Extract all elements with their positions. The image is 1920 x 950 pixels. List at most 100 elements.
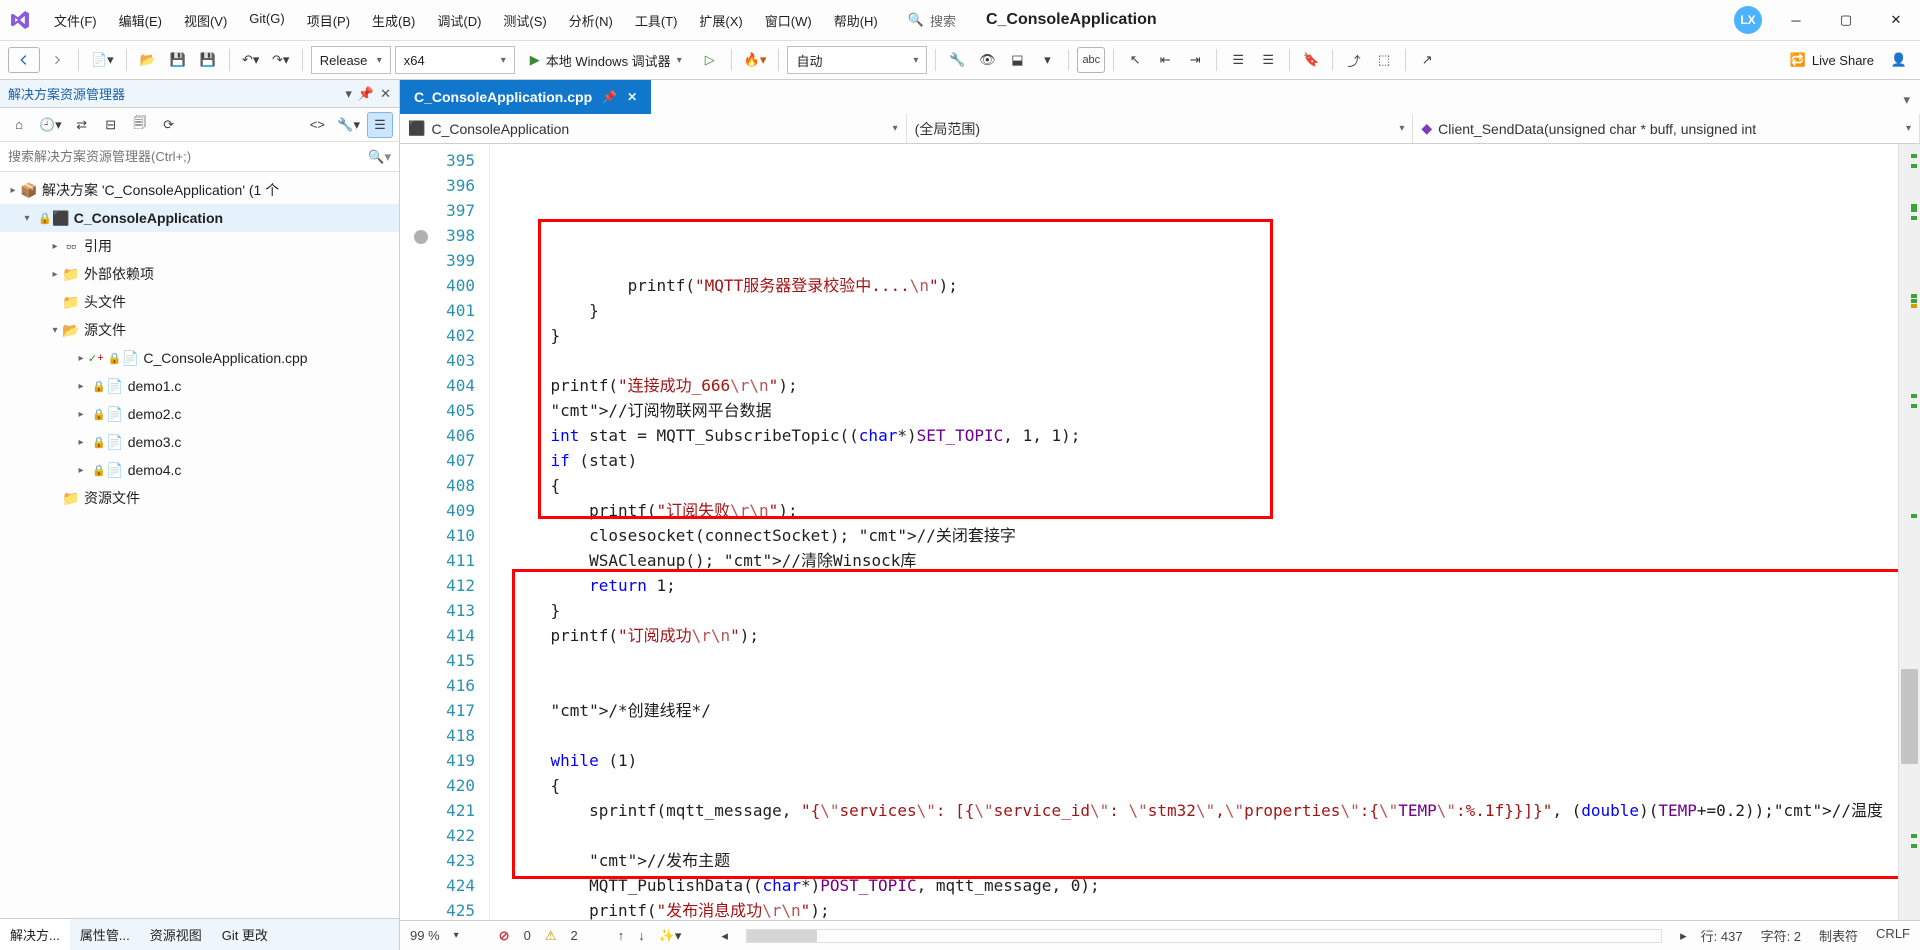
search-box[interactable]: 🔍 搜索	[908, 11, 956, 30]
hot-reload-button[interactable]: 🔥▾	[740, 47, 771, 73]
tree-headers[interactable]: 📁头文件	[0, 288, 399, 316]
abc-button[interactable]: abc	[1077, 47, 1105, 73]
hscroll-left[interactable]: ◂	[721, 928, 728, 944]
code-lines[interactable]: printf("MQTT服务器登录校验中....\n"); } } printf…	[508, 144, 1898, 920]
panel-close-icon[interactable]: ✕	[380, 86, 391, 102]
breakpoint-marker[interactable]	[414, 230, 428, 244]
tab-solution-explorer[interactable]: 解决方...	[0, 919, 70, 950]
close-tab-icon[interactable]: ✕	[627, 90, 637, 104]
misc-a-button[interactable]: ⤴	[1341, 47, 1367, 73]
comment-button[interactable]: ☰	[1225, 47, 1251, 73]
tree-file-1[interactable]: ▸🔒📄demo1.c	[0, 372, 399, 400]
config-combo[interactable]: Release▾	[311, 46, 391, 74]
maximize-button[interactable]: ▢	[1830, 4, 1862, 36]
indent-mode[interactable]: 制表符	[1819, 926, 1858, 945]
save-button[interactable]: 💾	[165, 47, 191, 73]
hscroll-right[interactable]: ▸	[1680, 928, 1687, 944]
tree-sources[interactable]: ▾📂源文件	[0, 316, 399, 344]
tree-solution-root[interactable]: ▸📦解决方案 'C_ConsoleApplication' (1 个	[0, 176, 399, 204]
uncomment-button[interactable]: ☰	[1255, 47, 1281, 73]
menu-file[interactable]: 文件(F)	[44, 5, 107, 36]
new-item-button[interactable]: 📄▾	[87, 47, 118, 73]
indent-in-button[interactable]: ⇥	[1182, 47, 1208, 73]
warning-count-icon[interactable]: ⚠	[545, 928, 557, 944]
scope-project[interactable]: ⬛C_ConsoleApplication▾	[400, 114, 907, 143]
tab-git-changes[interactable]: Git 更改	[212, 919, 278, 950]
menu-edit[interactable]: 编辑(E)	[109, 5, 172, 36]
fold-column[interactable]	[490, 144, 508, 920]
bookmark-button[interactable]: 🔖	[1298, 47, 1324, 73]
minimize-button[interactable]: ─	[1780, 4, 1812, 36]
cursor-button[interactable]: ↖	[1122, 47, 1148, 73]
scrollbar[interactable]	[1898, 144, 1920, 920]
scope-function[interactable]: ◆Client_SendData(unsigned char * buff, u…	[1413, 114, 1920, 143]
error-count-icon[interactable]: ⊘	[499, 928, 510, 944]
horizontal-scrollbar[interactable]	[746, 929, 1662, 943]
indent-out-button[interactable]: ⇤	[1152, 47, 1178, 73]
tree-file-2[interactable]: ▸🔒📄demo2.c	[0, 400, 399, 428]
platform-combo[interactable]: x64▾	[395, 46, 515, 74]
start-without-debug-button[interactable]: ▷	[697, 47, 723, 73]
sol-collapse-button[interactable]: ⊟	[98, 112, 124, 138]
tree-file-4[interactable]: ▸🔒📄demo4.c	[0, 456, 399, 484]
tree-project[interactable]: ▾🔒⬛C_ConsoleApplication	[0, 204, 399, 232]
tree-external-deps[interactable]: ▸📁外部依赖项	[0, 260, 399, 288]
sol-showall-button[interactable]: 🗐	[127, 112, 153, 138]
panel-dropdown-icon[interactable]: ▾	[345, 86, 352, 102]
pin-icon[interactable]: 📌	[602, 90, 617, 104]
tab-overflow-button[interactable]: ▾	[1893, 86, 1920, 114]
tool-d[interactable]: ▾	[1034, 47, 1060, 73]
menu-window[interactable]: 窗口(W)	[755, 5, 822, 36]
sol-home-button[interactable]: ⌂	[6, 112, 32, 138]
start-debug-button[interactable]: ▶本地 Windows 调试器▾	[519, 46, 693, 74]
tree-resources[interactable]: 📁资源文件	[0, 484, 399, 512]
admin-button[interactable]: 👤	[1886, 47, 1912, 73]
tree-file-3[interactable]: ▸🔒📄demo3.c	[0, 428, 399, 456]
tree-file-0[interactable]: ▸✓+🔒📄C_ConsoleApplication.cpp	[0, 344, 399, 372]
scope-namespace[interactable]: (全局范围)▾	[907, 114, 1414, 143]
sol-refresh-button[interactable]: ⟳	[156, 112, 182, 138]
misc-b-button[interactable]: ⬚	[1371, 47, 1397, 73]
wand-button[interactable]: ✨▾	[659, 928, 682, 944]
nav-down-button[interactable]: ↓	[638, 928, 645, 943]
menu-test[interactable]: 测试(S)	[493, 5, 556, 36]
close-button[interactable]: ✕	[1880, 4, 1912, 36]
tree-references[interactable]: ▸▫▫引用	[0, 232, 399, 260]
sol-sync-button[interactable]: ⇄	[69, 112, 95, 138]
solution-tree[interactable]: ▸📦解决方案 'C_ConsoleApplication' (1 个 ▾🔒⬛C_…	[0, 172, 399, 918]
file-tab-active[interactable]: C_ConsoleApplication.cpp 📌 ✕	[400, 80, 651, 114]
menu-project[interactable]: 项目(P)	[297, 5, 360, 36]
debug-mode-combo[interactable]: 自动▾	[787, 46, 927, 74]
zoom-level[interactable]: 99 %	[410, 928, 440, 943]
solution-search[interactable]: 🔍▾	[0, 142, 399, 172]
open-button[interactable]: 📂	[135, 47, 161, 73]
menu-analyze[interactable]: 分析(N)	[559, 5, 623, 36]
panel-pin-icon[interactable]: 📌	[358, 86, 374, 102]
tab-properties[interactable]: 属性管...	[70, 919, 140, 950]
menu-view[interactable]: 视图(V)	[174, 5, 237, 36]
solution-search-input[interactable]	[8, 149, 368, 164]
tool-a[interactable]: 🔧	[944, 47, 970, 73]
menu-build[interactable]: 生成(B)	[362, 5, 425, 36]
sol-wrench-button[interactable]: 🔧▾	[333, 112, 364, 138]
sol-toggle-button[interactable]: 🕘▾	[35, 112, 66, 138]
sol-code-button[interactable]: <>	[304, 112, 330, 138]
nav-back-button[interactable]	[8, 47, 40, 73]
code-editor[interactable]: 3953963973983994004014024034044054064074…	[400, 144, 1920, 920]
share-launch-button[interactable]: ↗	[1414, 47, 1440, 73]
nav-forward-button[interactable]	[44, 47, 70, 73]
save-all-button[interactable]: 💾	[195, 47, 221, 73]
sol-filter-button[interactable]: ☰	[367, 112, 393, 138]
scrollbar-thumb[interactable]	[1901, 669, 1918, 764]
tab-resource-view[interactable]: 资源视图	[140, 919, 212, 950]
line-ending[interactable]: CRLF	[1876, 926, 1910, 945]
menu-debug[interactable]: 调试(D)	[427, 5, 491, 36]
menu-git[interactable]: Git(G)	[239, 5, 294, 36]
nav-up-button[interactable]: ↑	[618, 928, 625, 943]
live-share-button[interactable]: 🔁Live Share	[1790, 52, 1874, 68]
tool-c[interactable]: ⬓	[1004, 47, 1030, 73]
menu-help[interactable]: 帮助(H)	[824, 5, 888, 36]
menu-tools[interactable]: 工具(T)	[625, 5, 688, 36]
user-avatar[interactable]: LX	[1734, 6, 1762, 34]
undo-button[interactable]: ↶▾	[238, 47, 264, 73]
